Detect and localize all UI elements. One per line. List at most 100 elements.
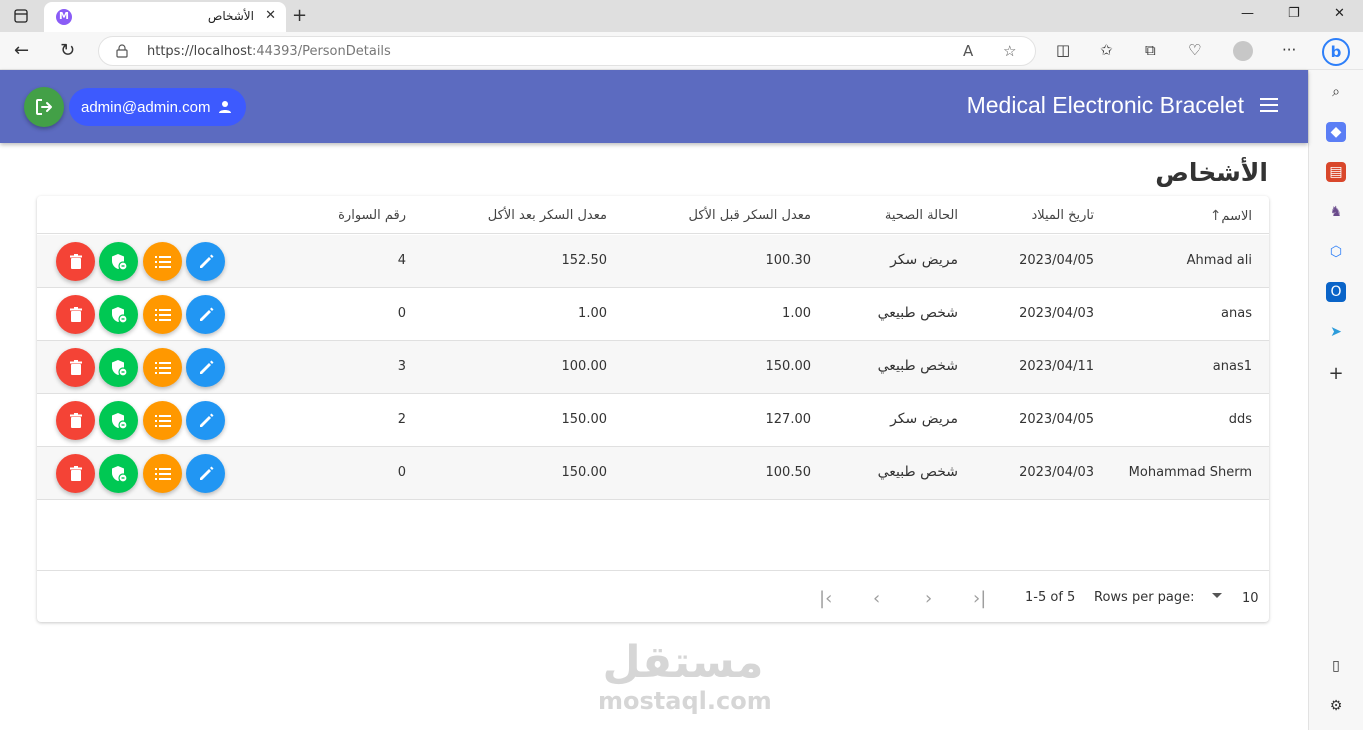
details-list-button[interactable] bbox=[143, 348, 182, 387]
edit-button[interactable] bbox=[186, 454, 225, 493]
hamburger-menu-icon[interactable] bbox=[1260, 98, 1278, 112]
user-menu-chip[interactable]: admin@admin.com bbox=[69, 88, 247, 126]
cell-sugar-before: 1.00 bbox=[782, 306, 811, 321]
tab-actions-icon[interactable] bbox=[8, 4, 34, 28]
cell-sugar-after: 1.00 bbox=[578, 306, 607, 321]
column-header-sugar-before[interactable]: معدل السكر قبل الأكل bbox=[689, 208, 811, 223]
shield-icon bbox=[110, 359, 128, 377]
microsoft-365-icon[interactable]: ⬡ bbox=[1326, 242, 1346, 262]
shield-icon bbox=[110, 465, 128, 483]
pencil-icon bbox=[198, 413, 214, 429]
more-options-icon[interactable]: ··· bbox=[1282, 41, 1296, 59]
column-header-health-status[interactable]: الحالة الصحية bbox=[885, 208, 958, 223]
logout-button[interactable] bbox=[24, 87, 64, 127]
outlook-icon[interactable]: O bbox=[1326, 282, 1346, 302]
column-header-name[interactable]: الاسم↑ bbox=[1204, 208, 1252, 224]
shopping-tag-icon[interactable]: ◆ bbox=[1326, 122, 1346, 142]
person-icon bbox=[219, 101, 232, 113]
address-bar[interactable]: https://localhost:44393/PersonDetails A … bbox=[98, 36, 1036, 66]
table-row: dds 2023/04/05 مريض سكر 127.00 150.00 2 bbox=[37, 394, 1269, 447]
details-list-button[interactable] bbox=[143, 295, 182, 334]
minimize-icon[interactable]: — bbox=[1241, 6, 1254, 21]
cell-birth-date: 2023/04/05 bbox=[1019, 253, 1094, 268]
delete-button[interactable] bbox=[56, 242, 95, 281]
shield-icon bbox=[110, 306, 128, 324]
delete-button[interactable] bbox=[56, 401, 95, 440]
security-info-button[interactable] bbox=[99, 454, 138, 493]
cell-sugar-after: 150.00 bbox=[561, 465, 608, 480]
details-list-button[interactable] bbox=[143, 242, 182, 281]
tools-icon[interactable]: ▤ bbox=[1326, 162, 1346, 182]
delete-button[interactable] bbox=[56, 295, 95, 334]
cell-sugar-after: 150.00 bbox=[561, 412, 608, 427]
read-aloud-icon[interactable]: A bbox=[963, 42, 973, 60]
security-info-button[interactable] bbox=[99, 348, 138, 387]
favorites-icon[interactable]: ✩ bbox=[1100, 41, 1113, 59]
delete-button[interactable] bbox=[56, 348, 95, 387]
cell-name: anas bbox=[1221, 306, 1252, 321]
app-title: Medical Electronic Bracelet bbox=[966, 92, 1244, 118]
edit-button[interactable] bbox=[186, 401, 225, 440]
last-page-icon[interactable]: ›| bbox=[973, 588, 986, 609]
cell-sugar-before: 127.00 bbox=[765, 412, 812, 427]
edit-button[interactable] bbox=[186, 295, 225, 334]
edit-button[interactable] bbox=[186, 242, 225, 281]
cell-birth-date: 2023/04/03 bbox=[1019, 306, 1094, 321]
dropdown-arrow-icon[interactable] bbox=[1212, 593, 1222, 598]
cell-bracelet-number: 0 bbox=[397, 465, 406, 480]
drop-send-icon[interactable]: ➤ bbox=[1326, 322, 1346, 342]
security-info-button[interactable] bbox=[99, 401, 138, 440]
refresh-icon[interactable]: ↻ bbox=[60, 40, 75, 61]
pencil-icon bbox=[198, 466, 214, 482]
details-list-button[interactable] bbox=[143, 401, 182, 440]
table-pagination: |‹ ‹ › ›| 1-5 of 5 Rows per page: 10 bbox=[37, 570, 1269, 622]
games-icon[interactable]: ♞ bbox=[1326, 202, 1346, 222]
sidebar-toggle-icon[interactable]: ▯ bbox=[1326, 656, 1346, 676]
next-page-icon[interactable]: › bbox=[925, 588, 932, 609]
browser-tab-strip: M الأشخاص ✕ + — ❐ ✕ bbox=[0, 0, 1363, 32]
close-window-icon[interactable]: ✕ bbox=[1334, 6, 1345, 21]
cell-name: Ahmad ali bbox=[1186, 253, 1252, 268]
rows-per-page-select[interactable]: 10 bbox=[1242, 591, 1259, 606]
back-icon[interactable]: ← bbox=[14, 40, 29, 61]
site-favicon-icon: M bbox=[56, 9, 72, 25]
column-header-bracelet-number[interactable]: رقم السوارة bbox=[338, 208, 406, 223]
cell-sugar-after: 100.00 bbox=[561, 359, 608, 374]
new-tab-icon[interactable]: + bbox=[292, 5, 307, 26]
tab-close-icon[interactable]: ✕ bbox=[265, 8, 276, 23]
restore-icon[interactable]: ❐ bbox=[1288, 6, 1300, 21]
bing-copilot-icon[interactable]: b bbox=[1322, 38, 1350, 66]
list-icon bbox=[154, 467, 171, 481]
browser-tab[interactable]: M الأشخاص ✕ bbox=[44, 2, 286, 32]
split-screen-icon[interactable]: ◫ bbox=[1056, 41, 1070, 59]
column-header-birth-date[interactable]: تاريخ الميلاد bbox=[1031, 208, 1094, 223]
table-row: Mohammad Sherm 2023/04/03 شخص طبيعي 100.50 1… bbox=[37, 447, 1269, 500]
favorite-star-icon[interactable]: ☆ bbox=[1003, 42, 1016, 60]
edit-button[interactable] bbox=[186, 348, 225, 387]
browser-essentials-icon[interactable]: ♡ bbox=[1188, 41, 1201, 59]
details-list-button[interactable] bbox=[143, 454, 182, 493]
first-page-icon[interactable]: |‹ bbox=[819, 588, 832, 609]
watermark-latin: mostaql.com bbox=[598, 687, 772, 715]
logout-icon bbox=[36, 99, 52, 115]
add-sidebar-app-icon[interactable]: + bbox=[1326, 364, 1346, 384]
profile-avatar[interactable] bbox=[1233, 41, 1253, 61]
security-info-button[interactable] bbox=[99, 242, 138, 281]
cell-sugar-before: 100.30 bbox=[765, 253, 812, 268]
settings-gear-icon[interactable]: ⚙ bbox=[1326, 696, 1346, 716]
search-icon[interactable]: ⌕ bbox=[1326, 82, 1346, 102]
collections-icon[interactable]: ⧉ bbox=[1145, 41, 1156, 59]
column-header-sugar-after[interactable]: معدل السكر بعد الأكل bbox=[488, 208, 607, 223]
previous-page-icon[interactable]: ‹ bbox=[873, 588, 880, 609]
delete-button[interactable] bbox=[56, 454, 95, 493]
trash-icon bbox=[69, 306, 83, 323]
app-header: admin@admin.com Medical Electronic Brace… bbox=[0, 70, 1308, 143]
list-icon bbox=[154, 308, 171, 322]
cell-sugar-before: 150.00 bbox=[765, 359, 812, 374]
sort-arrow-up-icon: ↑ bbox=[1209, 208, 1222, 224]
url-text: https://localhost:44393/PersonDetails bbox=[147, 44, 391, 59]
table-row: Ahmad ali 2023/04/05 مريض سكر 100.30 152.50 4 bbox=[37, 235, 1269, 288]
list-icon bbox=[154, 361, 171, 375]
trash-icon bbox=[69, 412, 83, 429]
security-info-button[interactable] bbox=[99, 295, 138, 334]
